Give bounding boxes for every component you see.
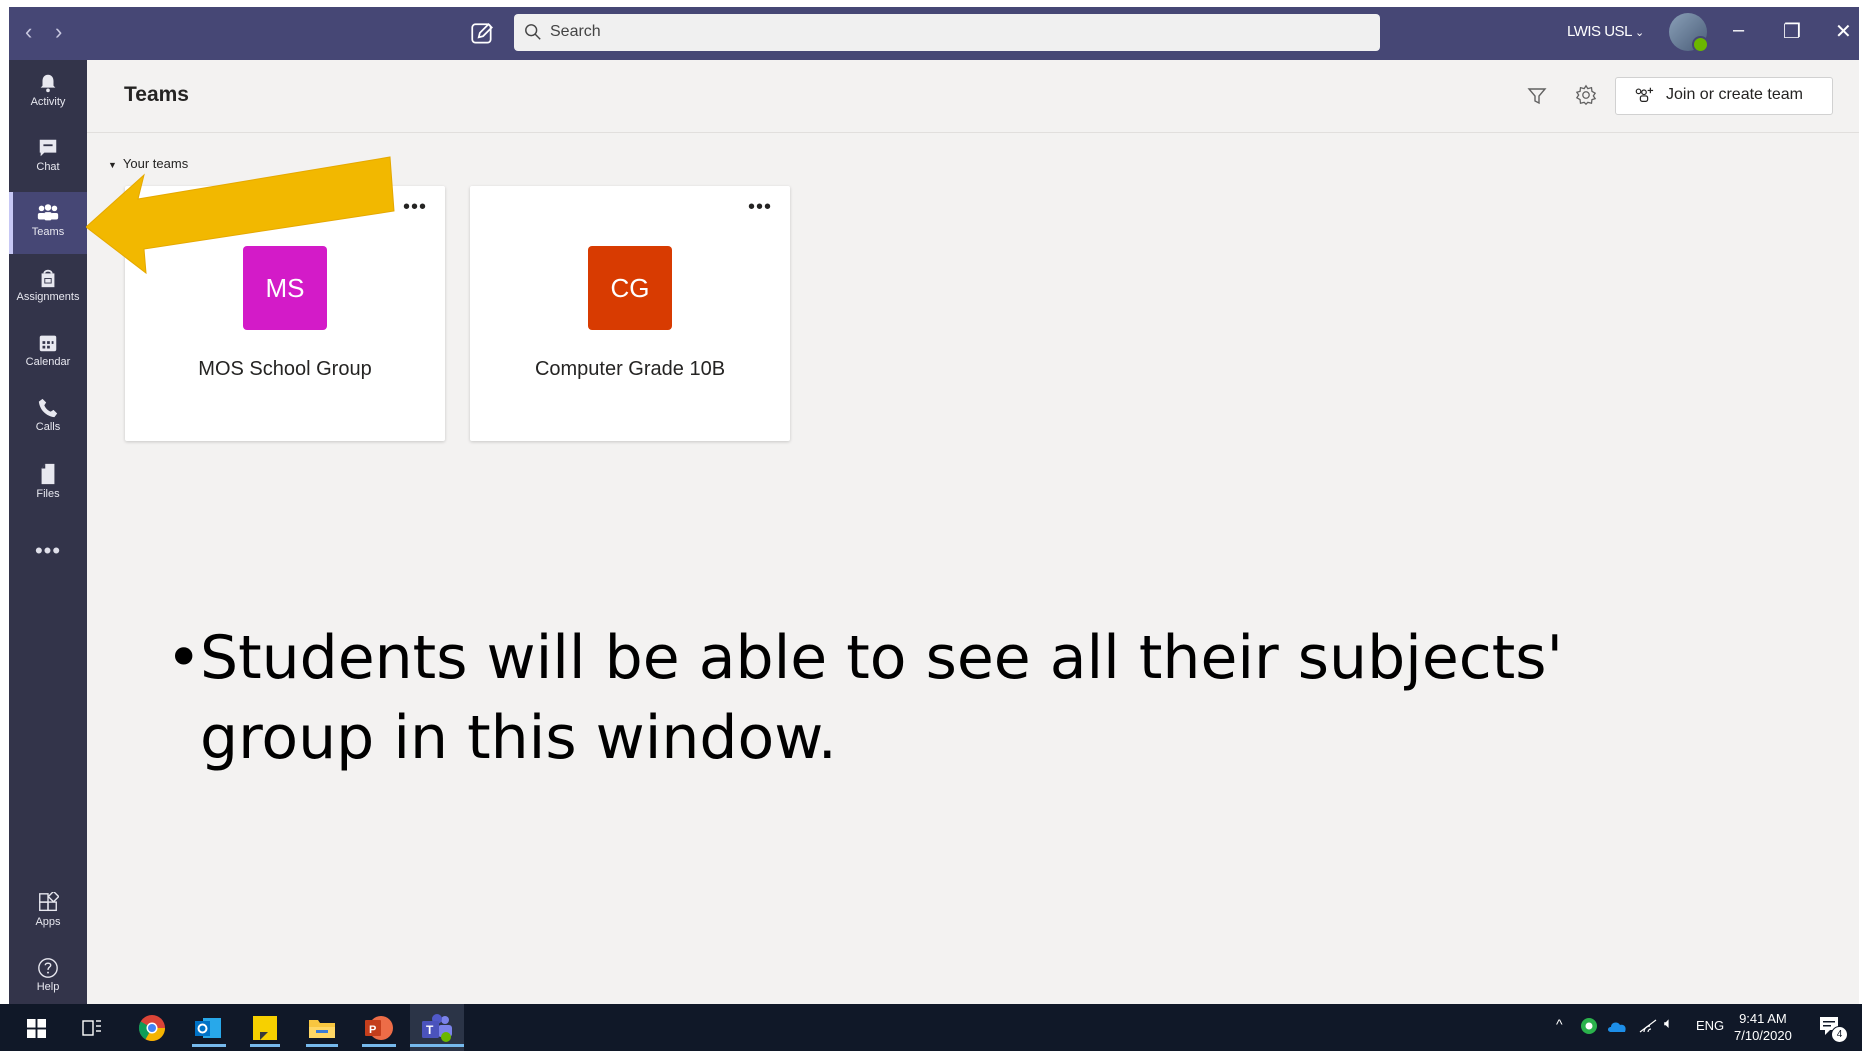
running-app-indicator [362,1044,396,1047]
team-card-computer-grade-10b[interactable]: ••• CG Computer Grade 10B [470,186,790,441]
help-icon [38,958,58,978]
window-frame-top [0,0,1862,7]
rail-item-calendar[interactable]: Calendar [9,322,87,384]
onedrive-cloud-icon[interactable] [1606,1019,1628,1033]
account-switcher[interactable]: LWIS USL ⌄ [1567,23,1644,40]
rail-item-apps[interactable]: Apps [9,882,87,944]
calendar-icon [39,335,57,352]
restore-button[interactable]: ❐ [1783,19,1801,44]
annotation-arrow-icon [86,156,395,275]
microsoft-teams-icon[interactable]: T [421,1013,453,1043]
rail-label: Assignments [16,291,80,303]
rail-item-help[interactable]: Help [9,947,87,1009]
team-avatar: CG [588,246,672,330]
windows-start-icon[interactable] [27,1019,46,1038]
rail-label: Calls [35,421,61,433]
chrome-icon[interactable] [138,1014,166,1042]
rail-item-files[interactable]: Files [9,452,87,514]
rail-label: Help [36,981,60,993]
compose-icon[interactable] [469,21,495,47]
rail-label: Activity [30,96,66,108]
clock-time: 9:41 AM [1739,1011,1787,1026]
search-icon [525,24,541,40]
team-more-options-button[interactable]: ••• [748,196,772,219]
rail-item-assignments[interactable]: Assignments [9,257,87,319]
rail-item-activity[interactable]: Activity [9,62,87,124]
team-name: Computer Grade 10B [534,358,726,380]
teams-header: Teams Join or create team [87,60,1859,133]
input-language[interactable]: ENG [1696,1018,1724,1033]
rail-label: Calendar [25,356,71,368]
forward-arrow-icon[interactable]: › [55,21,62,43]
bell-icon [40,74,56,93]
search-input[interactable]: Search [514,14,1380,51]
search-placeholder: Search [550,23,601,40]
apps-icon [39,892,59,912]
running-app-indicator [250,1044,280,1047]
svg-text:T: T [426,1023,434,1037]
running-app-indicator [410,1044,464,1047]
powerpoint-icon[interactable]: P [364,1014,394,1042]
more-apps-button[interactable]: ••• [9,538,87,564]
status-available-icon [1692,36,1709,53]
chevron-down-icon: ⌄ [1635,27,1644,39]
team-name: MOS School Group [198,358,372,380]
green-app-tray-icon[interactable] [1580,1017,1598,1035]
caption-text: Students will be able to see all their s… [200,623,1564,773]
chat-icon [39,139,57,157]
running-app-indicator [192,1044,226,1047]
back-arrow-icon[interactable]: ‹ [25,21,32,43]
taskbar-clock[interactable]: 9:41 AM 7/10/2020 [1734,1010,1792,1044]
phone-icon [38,398,58,418]
outlook-icon[interactable] [194,1014,222,1042]
add-team-icon [1635,87,1654,102]
show-hidden-icons-chevron-icon[interactable]: ^ [1556,1016,1563,1032]
window-frame-left [0,0,9,1004]
notification-count-badge: 4 [1831,1026,1848,1043]
svg-text:P: P [369,1024,376,1036]
task-view-icon[interactable] [82,1018,102,1038]
rail-item-chat[interactable]: Chat [9,127,87,189]
rail-item-teams[interactable]: Teams [9,192,87,254]
team-more-options-button[interactable]: ••• [403,196,427,219]
sticky-notes-icon[interactable] [252,1015,278,1041]
join-or-create-team-button[interactable]: Join or create team [1615,77,1833,115]
close-button[interactable]: ✕ [1835,19,1852,44]
join-button-label: Join or create team [1666,86,1803,103]
rail-label: Chat [36,161,60,173]
running-app-indicator [306,1044,338,1047]
wifi-icon[interactable] [1638,1018,1658,1034]
account-name: LWIS USL [1567,23,1632,40]
filter-icon[interactable] [1527,86,1547,106]
gear-icon[interactable] [1575,84,1597,106]
bullet-mark: • [166,623,202,693]
clock-date: 7/10/2020 [1734,1028,1792,1043]
assignments-icon [41,269,55,288]
app-rail: Activity Chat Teams Assignments Calendar… [9,60,87,1004]
file-icon [41,463,55,485]
rail-label: Files [36,488,60,500]
rail-item-calls[interactable]: Calls [9,387,87,449]
teams-icon [37,204,59,221]
volume-icon[interactable]: 🔈︎ [1664,1015,1673,1032]
avatar[interactable] [1669,13,1709,53]
page-title: Teams [124,83,189,106]
minimize-button[interactable]: – [1733,19,1744,42]
rail-label: Teams [31,226,65,238]
rail-label: Apps [35,916,61,928]
title-bar: ‹ › Search LWIS USL ⌄ – ❐ ✕ [9,7,1859,60]
file-explorer-icon[interactable] [308,1016,336,1040]
action-center-button[interactable]: 4 [1818,1015,1848,1043]
